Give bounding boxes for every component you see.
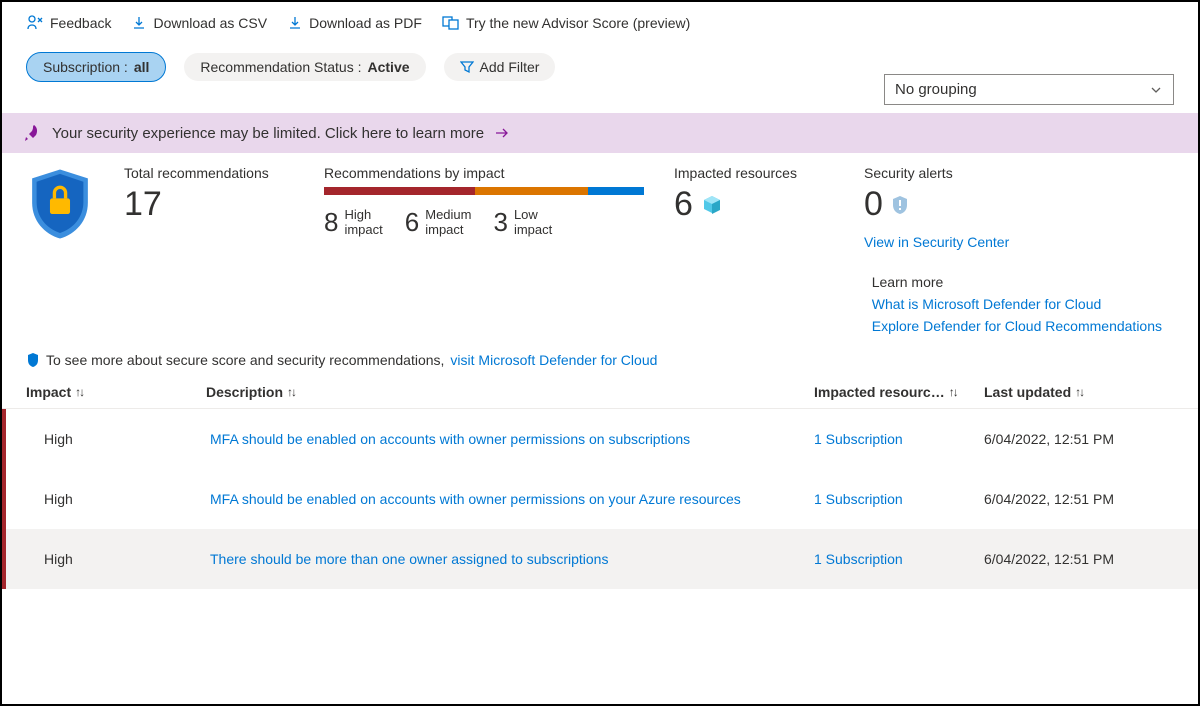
- impact-high-count: 8: [324, 207, 338, 238]
- filter-subscription-value: all: [134, 59, 150, 75]
- alert-shield-icon: [891, 195, 909, 215]
- rocket-icon: [22, 123, 42, 143]
- sort-icon: ↑↓: [75, 385, 83, 399]
- col-header-updated[interactable]: Last updated ↑↓: [984, 384, 1174, 400]
- feedback-icon: [26, 14, 44, 32]
- filter-status-value: Active: [368, 59, 410, 75]
- add-filter-label: Add Filter: [480, 59, 540, 75]
- col-header-description[interactable]: Description ↑↓: [206, 384, 814, 400]
- table-row[interactable]: HighMFA should be enabled on accounts wi…: [2, 409, 1198, 469]
- by-impact-label: Recommendations by impact: [324, 165, 644, 181]
- view-security-center-link[interactable]: View in Security Center: [864, 234, 1054, 250]
- filter-subscription-label: Subscription :: [43, 59, 128, 75]
- arrow-right-icon: [494, 126, 510, 140]
- row-description-link[interactable]: There should be more than one owner assi…: [210, 551, 814, 567]
- note-prefix: To see more about secure score and secur…: [46, 352, 444, 368]
- impact-medium-count: 6: [405, 207, 419, 238]
- limited-experience-banner[interactable]: Your security experience may be limited.…: [2, 113, 1198, 153]
- download-icon: [131, 15, 147, 31]
- row-impact: High: [30, 551, 210, 567]
- feedback-action[interactable]: Feedback: [26, 14, 111, 32]
- impact-medium-label: Medium impact: [425, 208, 471, 237]
- grouping-selected: No grouping: [895, 81, 977, 98]
- learn-more-link-2[interactable]: Explore Defender for Cloud Recommendatio…: [872, 318, 1162, 334]
- impact-low-count: 3: [493, 207, 507, 238]
- impacted-res-value: 6: [674, 185, 693, 224]
- download-csv-label: Download as CSV: [153, 15, 267, 31]
- sort-icon: ↑↓: [1075, 385, 1083, 399]
- impact-high-label: High impact: [344, 208, 382, 237]
- impact-bar: [324, 187, 644, 195]
- filter-icon: [460, 60, 474, 74]
- download-pdf-label: Download as PDF: [309, 15, 422, 31]
- small-shield-icon: [26, 352, 40, 368]
- row-resources-link[interactable]: 1 Subscription: [814, 491, 984, 507]
- grouping-dropdown[interactable]: No grouping: [884, 74, 1174, 105]
- download-icon: [287, 15, 303, 31]
- total-recs-label: Total recommendations: [124, 165, 294, 181]
- advisor-preview-action[interactable]: Try the new Advisor Score (preview): [442, 15, 690, 31]
- impact-low: 3 Low impact: [493, 207, 552, 238]
- impact-high: 8 High impact: [324, 207, 383, 238]
- preview-icon: [442, 15, 460, 31]
- row-impact: High: [30, 491, 210, 507]
- sort-icon: ↑↓: [287, 385, 295, 399]
- learn-more-link-1[interactable]: What is Microsoft Defender for Cloud: [872, 296, 1162, 312]
- table-row[interactable]: HighThere should be more than one owner …: [2, 529, 1198, 589]
- total-recs-value: 17: [124, 185, 294, 224]
- impacted-res-label: Impacted resources: [674, 165, 834, 181]
- resource-cube-icon: [701, 194, 723, 216]
- row-impact: High: [30, 431, 210, 447]
- col-header-resources[interactable]: Impacted resourc… ↑↓: [814, 384, 984, 400]
- row-updated: 6/04/2022, 12:51 PM: [984, 431, 1174, 447]
- learn-more-heading: Learn more: [872, 274, 1162, 290]
- note-link[interactable]: visit Microsoft Defender for Cloud: [450, 352, 657, 368]
- row-resources-link[interactable]: 1 Subscription: [814, 431, 984, 447]
- chevron-down-icon: [1149, 83, 1163, 97]
- alerts-label: Security alerts: [864, 165, 1054, 181]
- row-updated: 6/04/2022, 12:51 PM: [984, 551, 1174, 567]
- row-updated: 6/04/2022, 12:51 PM: [984, 491, 1174, 507]
- col-header-impact[interactable]: Impact ↑↓: [26, 384, 206, 400]
- security-shield-icon: [26, 165, 94, 246]
- table-row[interactable]: HighMFA should be enabled on accounts wi…: [2, 469, 1198, 529]
- advisor-preview-label: Try the new Advisor Score (preview): [466, 15, 690, 31]
- feedback-label: Feedback: [50, 15, 111, 31]
- sort-icon: ↑↓: [949, 385, 957, 399]
- row-resources-link[interactable]: 1 Subscription: [814, 551, 984, 567]
- impact-medium: 6 Medium impact: [405, 207, 472, 238]
- impact-low-label: Low impact: [514, 208, 552, 237]
- filter-status-label: Recommendation Status :: [200, 59, 361, 75]
- alerts-value: 0: [864, 185, 883, 224]
- download-pdf-action[interactable]: Download as PDF: [287, 15, 422, 31]
- banner-text: Your security experience may be limited.…: [52, 125, 484, 142]
- download-csv-action[interactable]: Download as CSV: [131, 15, 267, 31]
- row-description-link[interactable]: MFA should be enabled on accounts with o…: [210, 431, 814, 447]
- row-description-link[interactable]: MFA should be enabled on accounts with o…: [210, 491, 814, 507]
